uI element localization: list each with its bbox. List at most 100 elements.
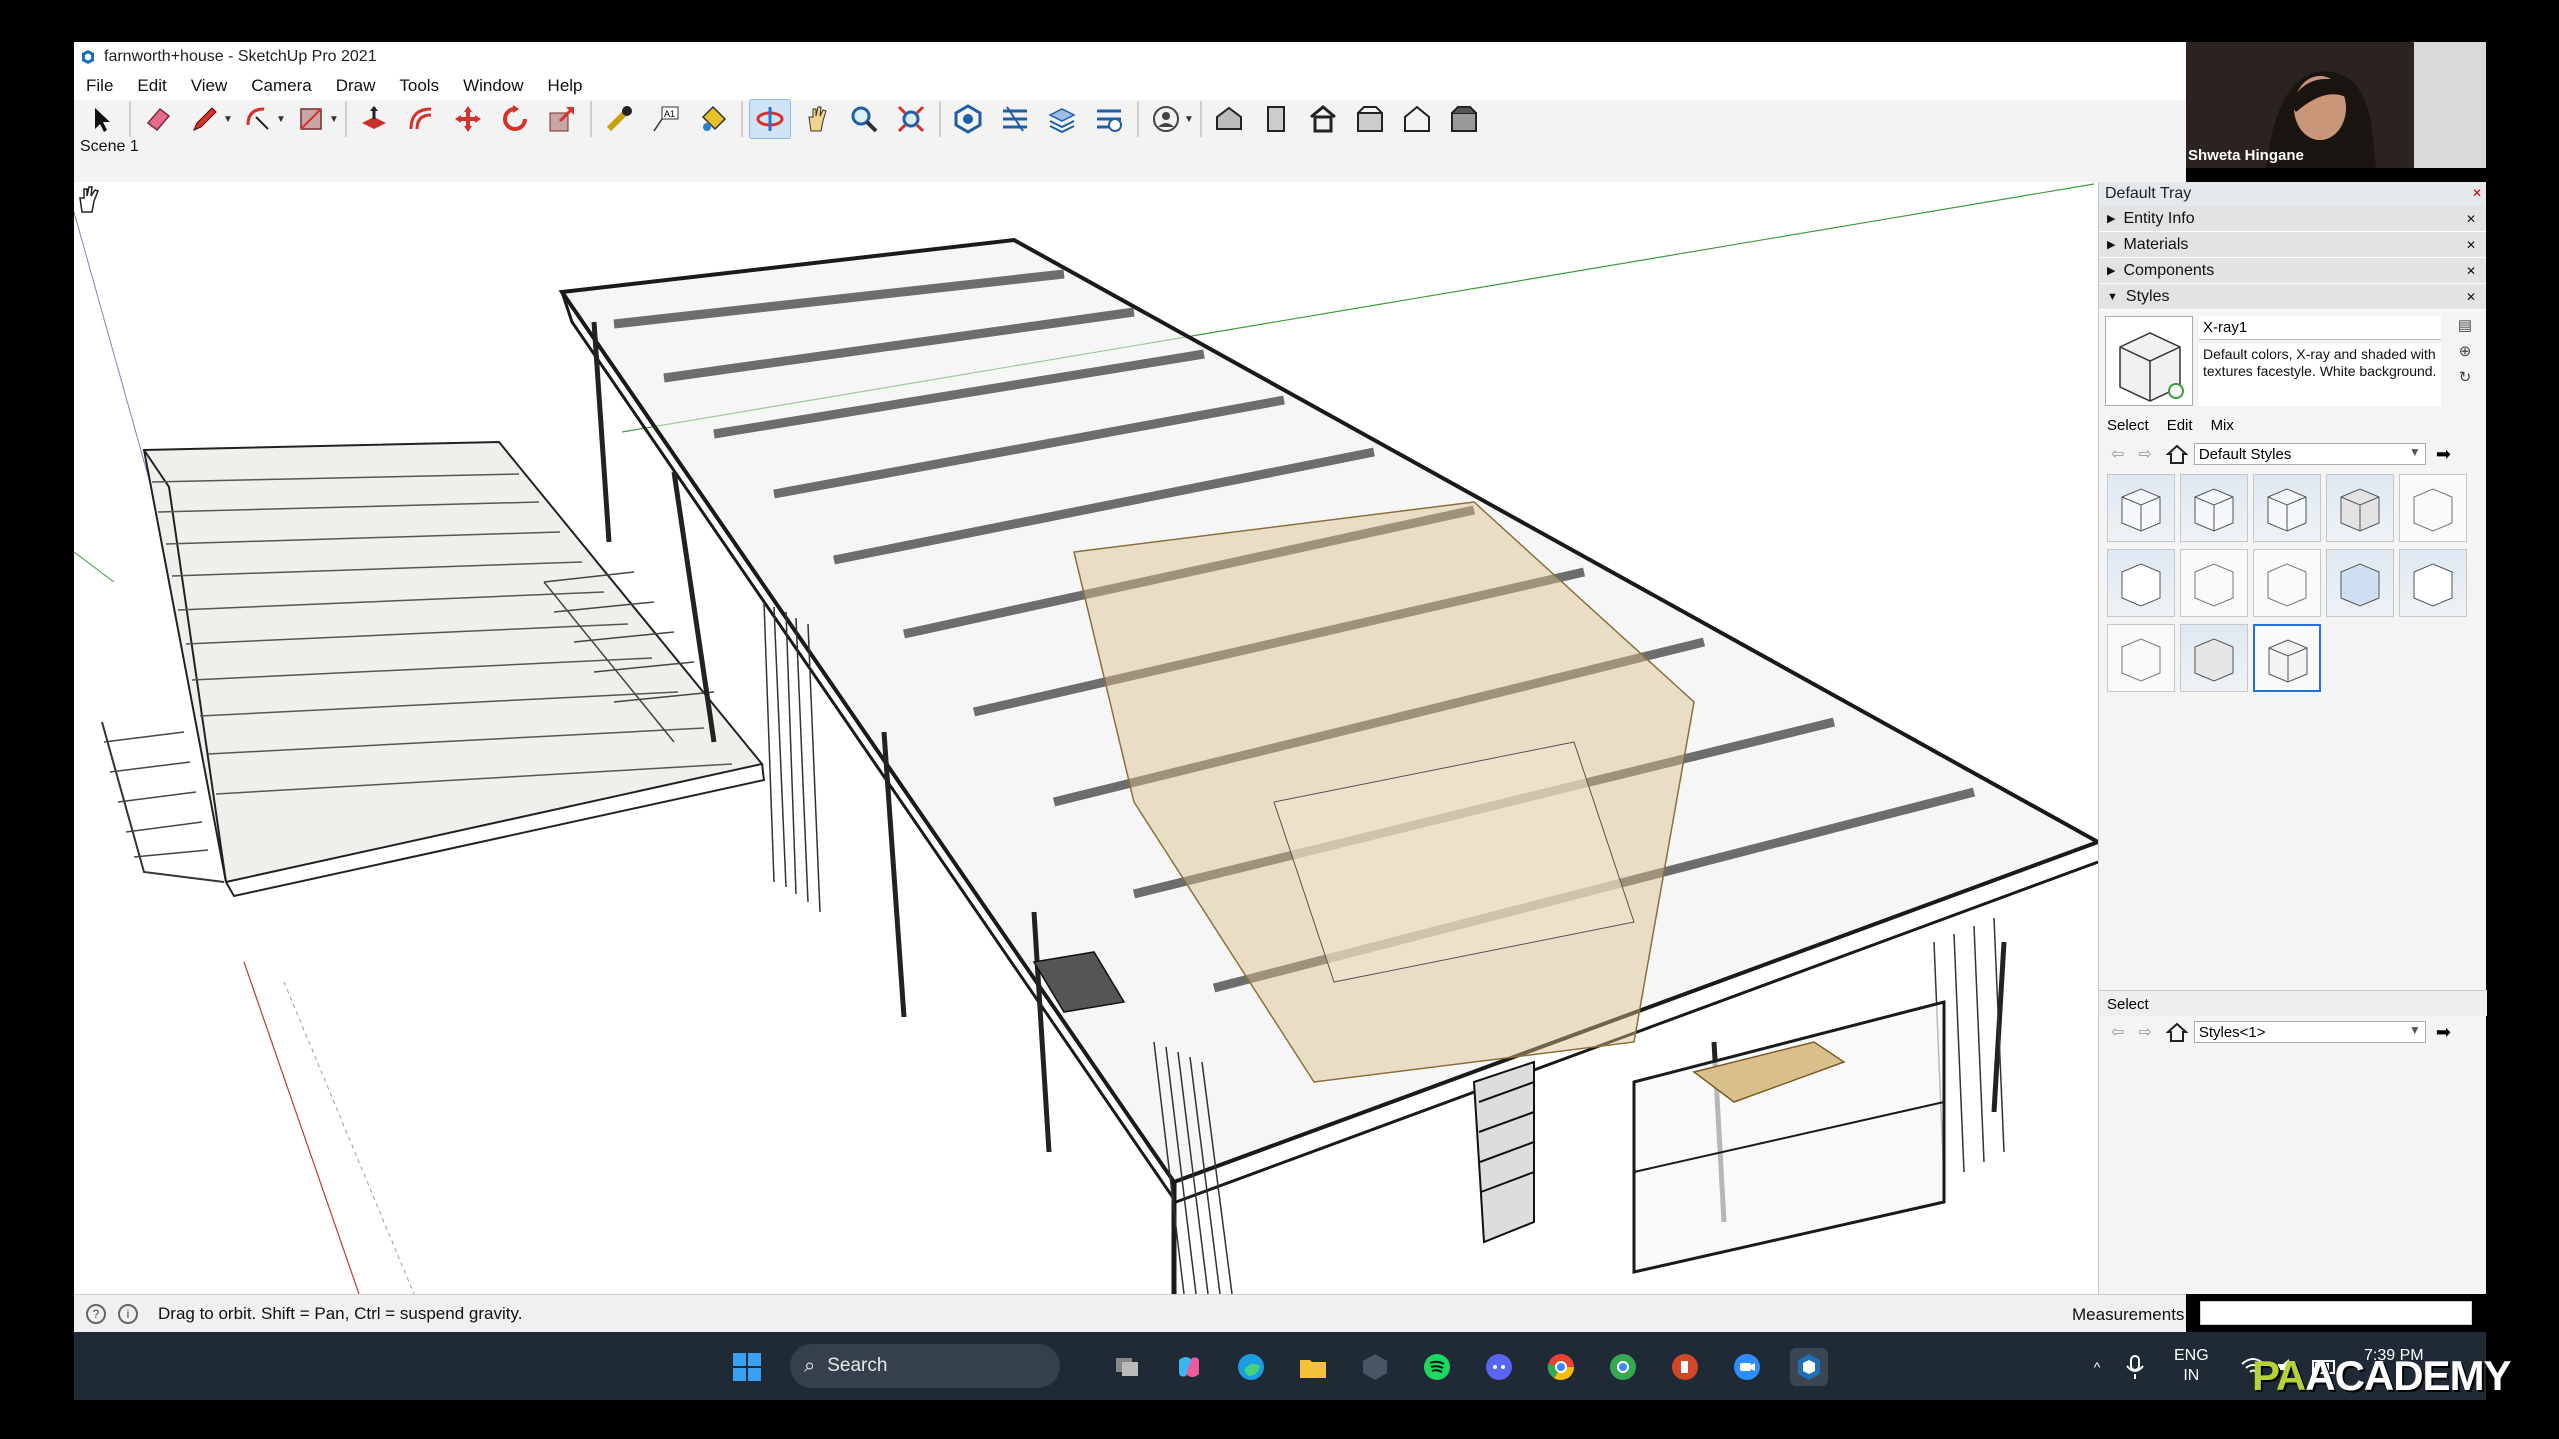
zoom-tool[interactable]	[843, 99, 885, 139]
line-tool[interactable]	[184, 99, 226, 139]
style-swatch[interactable]	[2326, 474, 2394, 542]
eraser-tool[interactable]	[137, 99, 179, 139]
top-view[interactable]	[1302, 99, 1344, 139]
chevron-down-icon[interactable]: ▼	[276, 114, 286, 125]
style-swatch[interactable]	[2107, 549, 2175, 617]
microphone-icon[interactable]	[2116, 1348, 2154, 1386]
layout-tool[interactable]	[1041, 99, 1083, 139]
style-swatch[interactable]	[2180, 549, 2248, 617]
close-icon[interactable]: ✕	[2472, 186, 2482, 200]
details-arrow-icon[interactable]: ➡	[2436, 1022, 2451, 1043]
model-viewport[interactable]	[74, 182, 2098, 1294]
move-tool[interactable]	[447, 99, 489, 139]
scale-tool[interactable]	[541, 99, 583, 139]
warehouse-tool[interactable]	[947, 99, 989, 139]
scene-tab[interactable]: Scene 1	[80, 138, 139, 156]
home-icon[interactable]	[2165, 1021, 2188, 1043]
pan-tool[interactable]	[796, 99, 838, 139]
select-tool[interactable]	[80, 99, 122, 139]
style-swatch[interactable]	[2253, 474, 2321, 542]
close-icon[interactable]: ✕	[2466, 290, 2476, 304]
tab-edit[interactable]: Edit	[2167, 417, 2193, 434]
close-icon[interactable]: ✕	[2466, 212, 2476, 226]
zoom-icon[interactable]	[1728, 1348, 1766, 1386]
left-view[interactable]	[1443, 99, 1485, 139]
style-swatch[interactable]	[2107, 624, 2175, 692]
menu-file[interactable]: File	[74, 76, 125, 96]
forward-arrow-icon[interactable]: ⇨	[2138, 1022, 2151, 1042]
orbit-tool[interactable]	[749, 99, 791, 139]
tab-select[interactable]: Select	[2107, 417, 2149, 434]
panel-entity-info[interactable]: ▶ Entity Info ✕	[2099, 206, 2486, 232]
back-arrow-icon[interactable]: ⇦	[2111, 1022, 2124, 1042]
push-pull-tool[interactable]	[353, 99, 395, 139]
task-view-icon[interactable]	[1108, 1348, 1146, 1386]
powerpoint-icon[interactable]	[1666, 1348, 1704, 1386]
style-swatch[interactable]	[2326, 549, 2394, 617]
menu-camera[interactable]: Camera	[239, 76, 323, 96]
user-account-tool[interactable]	[1145, 99, 1187, 139]
edge-icon[interactable]	[1232, 1348, 1270, 1386]
menu-draw[interactable]: Draw	[324, 76, 388, 96]
discord-icon[interactable]	[1480, 1348, 1518, 1386]
chevron-up-icon[interactable]: ^	[2078, 1348, 2116, 1386]
spotify-icon[interactable]	[1418, 1348, 1456, 1386]
forward-arrow-icon[interactable]: ⇨	[2138, 444, 2151, 464]
app-cube-icon[interactable]	[1356, 1348, 1394, 1386]
chevron-down-icon[interactable]: ▼	[1184, 114, 1194, 125]
close-icon[interactable]: ✕	[2466, 264, 2476, 278]
secondary-collection-select[interactable]: Styles<1> ▼	[2193, 1021, 2426, 1043]
front-view[interactable]	[1255, 99, 1297, 139]
chevron-down-icon[interactable]: ▼	[329, 114, 339, 125]
copilot-icon[interactable]	[1170, 1348, 1208, 1386]
sketchup-taskbar-icon[interactable]	[1790, 1348, 1828, 1386]
chevron-down-icon[interactable]: ▼	[223, 114, 233, 125]
create-style-icon[interactable]: ⊕	[2454, 342, 2476, 368]
paint-bucket-tool[interactable]	[692, 99, 734, 139]
style-swatch[interactable]	[2399, 549, 2467, 617]
arc-tool[interactable]	[237, 99, 279, 139]
chrome-icon[interactable]	[1542, 1348, 1580, 1386]
style-swatch[interactable]	[2180, 474, 2248, 542]
back-view[interactable]	[1396, 99, 1438, 139]
style-swatch[interactable]	[2253, 549, 2321, 617]
panel-styles[interactable]: ▼ Styles ✕	[2099, 284, 2486, 310]
tape-measure-tool[interactable]	[598, 99, 640, 139]
right-view[interactable]	[1349, 99, 1391, 139]
save-style-icon[interactable]: ▤	[2454, 316, 2476, 342]
menu-help[interactable]: Help	[536, 76, 595, 96]
file-explorer-icon[interactable]	[1294, 1348, 1332, 1386]
style-collection-select[interactable]: Default Styles ▼	[2193, 443, 2426, 465]
details-arrow-icon[interactable]: ➡	[2436, 444, 2451, 465]
menu-window[interactable]: Window	[451, 76, 535, 96]
extension-warehouse-tool[interactable]	[994, 99, 1036, 139]
extension-manager-tool[interactable]	[1088, 99, 1130, 139]
menu-edit[interactable]: Edit	[125, 76, 178, 96]
offset-tool[interactable]	[400, 99, 442, 139]
back-arrow-icon[interactable]: ⇦	[2111, 444, 2124, 464]
geolocation-icon[interactable]: ?	[86, 1303, 106, 1324]
menu-view[interactable]: View	[179, 76, 240, 96]
panel-materials[interactable]: ▶ Materials ✕	[2099, 232, 2486, 258]
close-icon[interactable]: ✕	[2466, 238, 2476, 252]
text-tool[interactable]: A1	[645, 99, 687, 139]
measurements-input[interactable]	[2200, 1301, 2472, 1325]
windows-start-icon[interactable]	[728, 1348, 766, 1386]
info-icon[interactable]: i	[118, 1303, 138, 1324]
language-indicator[interactable]: ENG IN	[2174, 1346, 2209, 1386]
rotate-tool[interactable]	[494, 99, 536, 139]
taskbar-search[interactable]: ⌕ Search	[790, 1344, 1060, 1388]
rectangle-tool[interactable]	[290, 99, 332, 139]
style-swatch[interactable]	[2180, 624, 2248, 692]
tab-mix[interactable]: Mix	[2211, 417, 2234, 434]
update-style-icon[interactable]: ↻	[2454, 368, 2476, 394]
style-swatch[interactable]	[2107, 474, 2175, 542]
panel-components[interactable]: ▶ Components ✕	[2099, 258, 2486, 284]
menu-tools[interactable]: Tools	[387, 76, 451, 96]
style-description-field[interactable]: Default colors, X-ray and shaded with te…	[2199, 344, 2441, 406]
chrome-profile-icon[interactable]	[1604, 1348, 1642, 1386]
iso-view[interactable]	[1208, 99, 1250, 139]
home-icon[interactable]	[2165, 443, 2188, 465]
style-name-field[interactable]: X-ray1	[2199, 316, 2441, 340]
style-swatch[interactable]	[2399, 474, 2467, 542]
